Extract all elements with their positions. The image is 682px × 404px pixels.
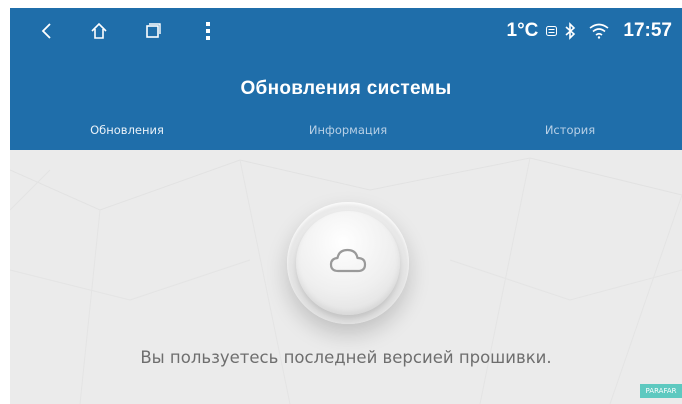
tab-updates[interactable]: Обновления — [90, 123, 164, 137]
back-icon — [39, 21, 55, 41]
recents-button[interactable] — [138, 16, 168, 46]
status-indicators: 1°C 17:57 — [507, 17, 673, 45]
wifi-icon — [589, 23, 609, 39]
tab-information[interactable]: Информация — [309, 123, 387, 137]
page-title: Обновления системы — [240, 78, 452, 99]
home-icon — [89, 21, 109, 41]
more-options-button[interactable] — [193, 16, 223, 46]
app-bar: 1°C 17:57 Обновления системы Обновления … — [10, 8, 682, 150]
home-button[interactable] — [84, 16, 114, 46]
watermark: PARAFAR — [640, 384, 682, 398]
bluetooth-icon — [564, 22, 576, 40]
more-vert-icon — [203, 20, 213, 42]
temperature: 1°C — [506, 20, 539, 41]
cloud-icon — [328, 246, 368, 280]
screen: 1°C 17:57 Обновления системы Обновления … — [10, 8, 682, 404]
clock: 17:57 — [623, 20, 672, 41]
back-button[interactable] — [32, 16, 62, 46]
check-update-button[interactable] — [287, 202, 409, 324]
tab-bar: Обновления Информация История — [10, 114, 682, 150]
recents-icon — [143, 21, 163, 41]
tab-history[interactable]: История — [545, 123, 595, 137]
status-bar: 1°C 17:57 — [10, 8, 682, 54]
status-message: Вы пользуетесь последней версией прошивк… — [140, 348, 552, 367]
weather-icon — [546, 26, 558, 36]
cloud-button-face — [296, 211, 400, 315]
